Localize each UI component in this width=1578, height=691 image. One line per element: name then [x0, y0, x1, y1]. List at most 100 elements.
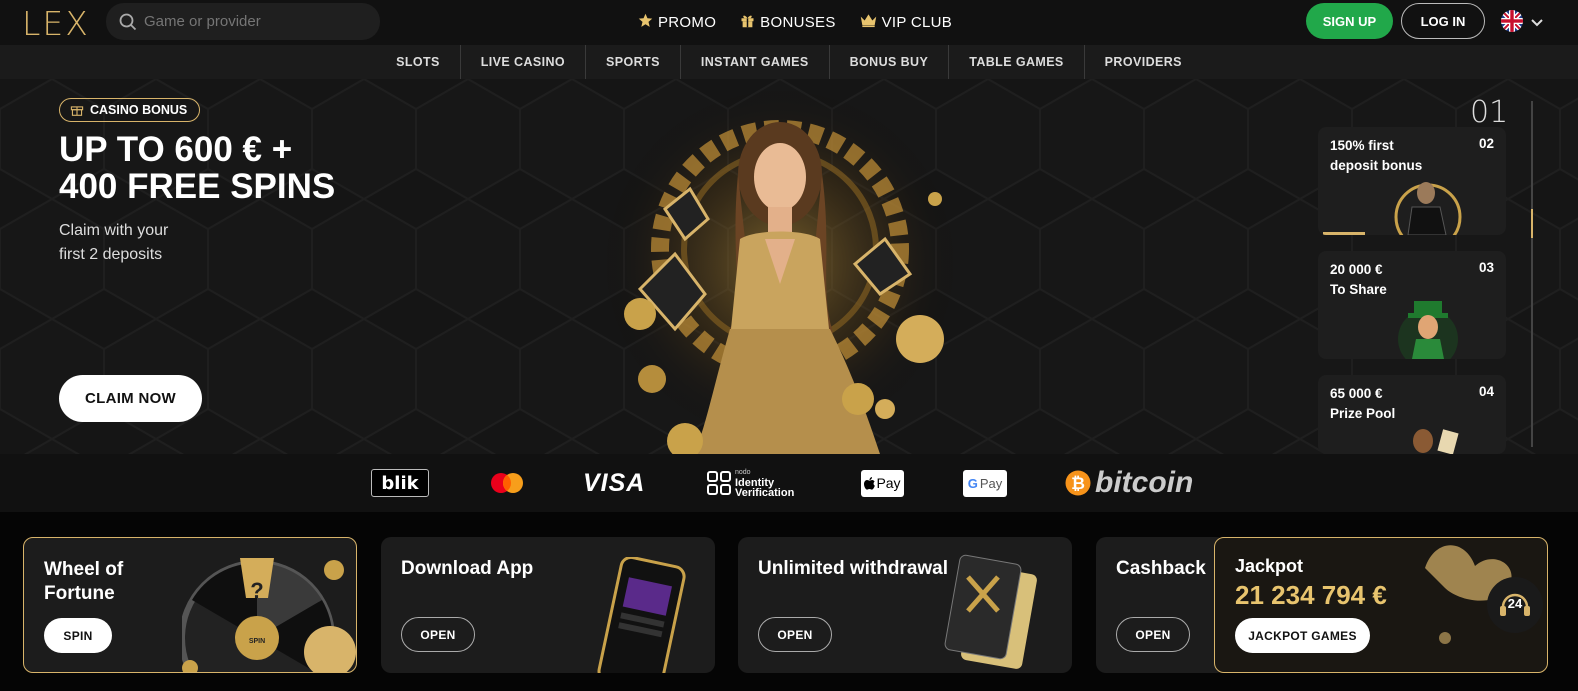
nav-bonuses-label: BONUSES	[760, 14, 836, 31]
wheel-spin-label: SPIN	[248, 638, 266, 645]
current-slide-number: 01	[1470, 95, 1509, 130]
verification-label: Verification	[735, 487, 795, 499]
category-instant-games[interactable]: INSTANT GAMES	[681, 45, 830, 79]
google-pay-logo: G Pay	[963, 468, 1007, 498]
badge-label: CASINO BONUS	[90, 103, 188, 117]
hero-woman-illustration	[600, 84, 960, 454]
promo-slide-image	[1413, 429, 1459, 454]
subtitle-line-1: Claim with your	[59, 222, 169, 239]
signup-button[interactable]: SIGN UP	[1306, 3, 1393, 39]
promo-slide-04[interactable]: 65 000 € Prize Pool 04	[1318, 375, 1506, 454]
mastercard-logo	[489, 468, 525, 498]
fortune-wheel-image: ?	[182, 558, 356, 672]
feature-cards: Wheel of Fortune ? SPIN SPIN Download Ap…	[0, 512, 1578, 691]
promo-slide-title-line: 65 000 €	[1330, 386, 1383, 401]
hero-banner: CASINO BONUS UP TO 600 € + 400 FREE SPIN…	[0, 79, 1578, 454]
nav-bonuses[interactable]: BONUSES	[740, 13, 835, 32]
promo-slide-number: 03	[1478, 260, 1494, 275]
category-bonus-buy[interactable]: BONUS BUY	[830, 45, 950, 79]
chevron-down-icon	[1530, 15, 1544, 33]
top-bar: LEX PROMO BONUSES VIP CLUB SIGN UP LOG I…	[0, 0, 1578, 45]
promo-slide-number: 02	[1478, 136, 1494, 151]
payment-methods-bar: blik VISA nodo Identity Verification Pay…	[0, 454, 1578, 512]
visa-logo: VISA	[583, 468, 646, 497]
bitcoin-text: bitcoin	[1095, 466, 1194, 499]
google-g-icon: G	[967, 475, 978, 491]
gift-icon	[740, 13, 755, 32]
card-title: Download App	[401, 558, 534, 579]
login-button[interactable]: LOG IN	[1401, 3, 1485, 39]
slide-scroll-thumb[interactable]	[1531, 209, 1533, 238]
logo[interactable]: LEX	[22, 4, 90, 43]
promo-slide-number: 04	[1478, 384, 1494, 399]
blik-logo: blik	[371, 468, 429, 498]
wheel-of-fortune-card[interactable]: Wheel of Fortune ? SPIN SPIN	[23, 537, 357, 673]
nodo-icon	[707, 471, 731, 495]
category-slots[interactable]: SLOTS	[376, 45, 461, 79]
headline-line-1: UP TO 600 € +	[59, 130, 293, 169]
promo-slide-title: 65 000 € Prize Pool	[1330, 384, 1450, 424]
headline-line-2: 400 FREE SPINS	[59, 167, 336, 206]
card-title: Unlimited withdrawal	[758, 558, 949, 579]
promo-slide-title-line: 150% first	[1330, 138, 1394, 153]
hero-subtitle: Claim with your first 2 deposits	[59, 219, 219, 267]
blik-logo-text: blik	[371, 469, 429, 497]
apple-pay-text: Pay	[876, 475, 901, 491]
card-title: Jackpot	[1235, 556, 1304, 576]
card-title-line: Fortune	[44, 583, 115, 604]
open-withdrawal-button[interactable]: OPEN	[758, 617, 832, 652]
casino-bonus-badge: CASINO BONUS	[59, 98, 201, 122]
card-title: Cashback	[1116, 558, 1206, 579]
bitcoin-icon: ₿	[1065, 470, 1091, 496]
category-bar: SLOTS LIVE CASINO SPORTS INSTANT GAMES B…	[0, 45, 1578, 79]
subtitle-line-2: first 2 deposits	[59, 246, 163, 263]
category-providers[interactable]: PROVIDERS	[1085, 45, 1202, 79]
open-app-button[interactable]: OPEN	[401, 617, 475, 652]
bitcoin-logo: ₿ bitcoin	[1065, 466, 1194, 499]
google-pay-text: Pay	[979, 475, 1003, 491]
card-title-line: Wheel of	[44, 559, 124, 580]
promo-slide-image	[1394, 182, 1462, 235]
svg-text:?: ?	[250, 578, 263, 603]
promo-slide-title-line: 20 000 €	[1330, 262, 1383, 277]
nav-vip-club-label: VIP CLUB	[881, 14, 953, 31]
support-24-label: 24	[1507, 596, 1523, 611]
promo-slide-title-line: Prize Pool	[1330, 406, 1396, 421]
slide-scroll-track[interactable]	[1531, 101, 1533, 447]
star-icon	[638, 13, 653, 32]
top-nav: PROMO BONUSES VIP CLUB	[638, 0, 952, 45]
hero-headline: UP TO 600 € + 400 FREE SPINS	[59, 131, 379, 205]
card-title: Wheel of Fortune	[44, 558, 123, 606]
svg-text:₿: ₿	[1071, 474, 1085, 493]
jackpot-amount: 21 234 794 €	[1235, 580, 1387, 610]
promo-slide-image	[1398, 301, 1458, 359]
spin-button[interactable]: SPIN	[44, 618, 112, 653]
nodo-identity-logo: nodo Identity Verification	[707, 468, 795, 499]
language-selector[interactable]	[1500, 9, 1544, 38]
promo-slide-02[interactable]: 150% first deposit bonus 02	[1318, 127, 1506, 235]
promo-progress-bar	[1323, 232, 1365, 235]
category-live-casino[interactable]: LIVE CASINO	[461, 45, 587, 79]
cashback-card[interactable]: Cashback OPEN	[1096, 537, 1226, 673]
promo-slide-03[interactable]: 20 000 € To Share 03	[1318, 251, 1506, 359]
download-app-card[interactable]: Download App OPEN	[381, 537, 715, 673]
apple-icon	[864, 476, 876, 490]
claim-now-button[interactable]: CLAIM NOW	[59, 375, 202, 422]
nav-vip-club[interactable]: VIP CLUB	[860, 13, 953, 32]
gift-icon	[70, 102, 84, 119]
live-support-button[interactable]: 24	[1487, 577, 1543, 633]
open-cashback-button[interactable]: OPEN	[1116, 617, 1190, 652]
uk-flag-icon	[1500, 9, 1524, 38]
category-table-games[interactable]: TABLE GAMES	[949, 45, 1085, 79]
nav-promo-label: PROMO	[658, 14, 717, 31]
nodo-text: nodo Identity Verification	[735, 468, 795, 499]
apple-pay-logo: Pay	[861, 468, 904, 498]
category-sports[interactable]: SPORTS	[586, 45, 681, 79]
unlimited-withdrawal-card[interactable]: Unlimited withdrawal OPEN	[738, 537, 1072, 673]
crown-icon	[860, 13, 877, 32]
search-box[interactable]	[106, 3, 380, 40]
search-icon	[118, 12, 138, 32]
nav-promo[interactable]: PROMO	[638, 13, 716, 32]
search-input[interactable]	[144, 13, 364, 30]
jackpot-games-button[interactable]: JACKPOT GAMES	[1235, 618, 1370, 653]
